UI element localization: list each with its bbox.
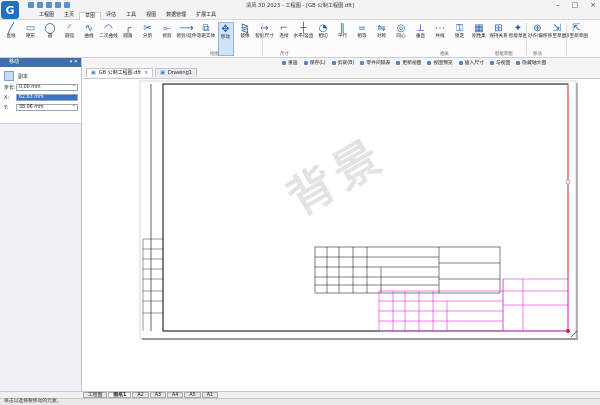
menu-tab-4[interactable]: 工具 <box>121 12 141 20</box>
status-bar: 单击以选择要移动的元素。 <box>0 398 600 405</box>
lock-icon: ⚿ <box>455 22 464 34</box>
toolbar-button-6[interactable]: 插入尺寸 <box>457 59 486 67</box>
drawing-sheet <box>139 80 578 340</box>
smart-sketch-icon: ✦ <box>513 22 523 34</box>
y-input[interactable]: 38.06 mm <box>16 103 78 111</box>
x-label: X: <box>4 94 10 101</box>
menu-tab-2[interactable]: 草图 <box>79 12 102 20</box>
tab-label: GB 公制工程图.dft <box>98 70 142 76</box>
window-controls: – □ × <box>556 1 596 9</box>
edge-handle <box>565 179 571 185</box>
document-tabs: ▣ GB 公制工程图.dft × ▣ Drawing1 <box>86 68 197 77</box>
move-icon: ✥ <box>221 23 230 35</box>
ribbon-group-label: 智能草图 <box>495 52 513 57</box>
rigid-icon: ▦ <box>474 22 484 34</box>
menu-tab-6[interactable]: 数据管理 <box>161 12 191 20</box>
step-label: 步长: <box>4 85 16 91</box>
panel-header: 移动 ▾ ✕ <box>0 58 81 67</box>
drawing-doc-icon: ▣ <box>160 70 165 76</box>
menu-tab-1[interactable]: 主页 <box>59 12 79 20</box>
step-row: 步长: 0.00 mm <box>4 83 78 91</box>
tangent-icon: ◔ <box>318 22 328 34</box>
fillet-icon: ╭ <box>124 22 132 34</box>
tab-drawing1[interactable]: ▣ Drawing1 <box>155 68 197 77</box>
sheet-tab-bar: 工程图 图纸1 A2 A3 A4 A5 A1 <box>0 391 600 398</box>
ribbon-separator <box>262 23 263 55</box>
ribbon-group-label: 绘图 <box>210 52 219 57</box>
x-input[interactable]: 62.63 mm <box>16 93 78 101</box>
x-row: X: 62.63 mm <box>4 93 78 101</box>
curve-icon: ∿ <box>84 22 94 34</box>
toolbar-button-0[interactable]: 重画 <box>280 59 300 67</box>
collinear-icon: ⋯ <box>435 22 445 34</box>
offset-icon: ⧉ <box>202 22 210 34</box>
toolbar-button-7[interactable]: 与视图 <box>488 59 512 67</box>
split-icon: ✂ <box>143 22 152 34</box>
toolbar-button-1[interactable]: 保存(L) <box>302 59 328 67</box>
perpendicular-icon: ⊥ <box>416 22 425 34</box>
circle-icon: ◯ <box>44 22 56 34</box>
panel-title: 移动 <box>9 59 20 65</box>
to-new-sketch-icon: ⇱ <box>572 22 581 34</box>
y-row: Y: 38.06 mm <box>4 103 78 111</box>
close-tab-icon[interactable]: × <box>144 69 148 77</box>
property-panel: 移动 ▾ ✕ 副本 步长: 0.00 mm X: 62.63 mm Y: 38.… <box>0 58 82 405</box>
toolbar-button-8[interactable]: 隐藏轴大图 <box>514 59 548 67</box>
window-title: 清风 3D 2023 - 工程图 - [GB 公制工程图.dft] <box>246 3 354 9</box>
menu-tab-0[interactable]: 工程图 <box>34 12 59 20</box>
ribbon-separator <box>566 23 567 55</box>
panel-body: 副本 步长: 0.00 mm X: 62.63 mm Y: 38.06 mm <box>0 67 81 124</box>
close-icon[interactable]: × <box>590 1 596 9</box>
arc-icon: ◜ <box>67 22 72 34</box>
copy-label: 副本 <box>18 74 29 80</box>
drawing-canvas[interactable]: 背景 <box>83 78 600 391</box>
ribbon-group-label: 尺寸 <box>280 52 289 57</box>
title-bar: 清风 3D 2023 - 工程图 - [GB 公制工程图.dft] – □ × <box>0 0 600 11</box>
toolbar-button-5[interactable]: 视图预览 <box>425 59 454 67</box>
horizontal-icon: ┼ <box>300 22 307 34</box>
maximize-icon[interactable]: □ <box>572 1 579 9</box>
parallel-icon: ∥ <box>340 22 345 34</box>
align-icon: ⊕ <box>533 22 542 34</box>
keep-icon: ⊞ <box>494 22 503 34</box>
concentric-icon: ◎ <box>396 22 406 34</box>
menu-tab-3[interactable]: 评估 <box>101 12 121 20</box>
step-input[interactable]: 0.00 mm <box>16 83 78 91</box>
minimize-icon[interactable]: – <box>556 1 560 9</box>
menu-bar: 工程图 主页 草图 评估 工具 视图 数据管理 扩展工具 <box>0 11 600 20</box>
ribbon-separator <box>526 23 527 55</box>
toolbar-button-4[interactable]: 更新视图 <box>394 59 423 67</box>
extend-icon: ⟶ <box>179 22 194 34</box>
secondary-toolbar: 重画 保存(L) 剪裁(B) 零件间隔表 更新视图 视图预览 插入尺寸 与视图 隐藏轴大图 <box>280 59 548 67</box>
trim-icon: ⟜ <box>163 22 171 34</box>
line-icon: ╱ <box>7 22 15 34</box>
symmetric-icon: ⇋ <box>377 22 386 34</box>
dimension-icon: ↔ <box>260 22 269 34</box>
app-logo[interactable]: G <box>1 1 19 19</box>
toolbar-button-3[interactable]: 零件间隔表 <box>358 59 392 67</box>
tab-gb-drawing[interactable]: ▣ GB 公制工程图.dft × <box>86 68 154 77</box>
ribbon-button-to-new-sketch[interactable]: ⇱ 移至新草图 <box>565 22 588 56</box>
copy-icon[interactable] <box>4 71 14 81</box>
panel-pin-icon[interactable]: ▾ ✕ <box>70 58 78 67</box>
menu-tab-5[interactable]: 视图 <box>141 12 161 20</box>
to-sketch-icon: ⇲ <box>552 22 562 34</box>
rectangle-icon: ▭ <box>25 22 36 34</box>
mirror-icon: ⧎ <box>240 22 250 34</box>
drawing-doc-icon: ▣ <box>91 70 96 76</box>
y-label: Y: <box>4 104 9 111</box>
equal-icon: = <box>357 22 367 34</box>
ribbon-group-label: 移动 <box>533 52 542 57</box>
connect-icon: ⌐ <box>279 22 289 34</box>
toolbar-button-2[interactable]: 剪裁(B) <box>330 59 357 67</box>
tab-label: Drawing1 <box>167 70 192 76</box>
menu-tab-7[interactable]: 扩展工具 <box>191 12 221 20</box>
menu-tabs: 工程图 主页 草图 评估 工具 视图 数据管理 扩展工具 <box>34 12 221 20</box>
sheet-paper <box>139 80 577 340</box>
conic-icon: ◠ <box>104 22 113 34</box>
ribbon-group-label: 相关 <box>440 52 449 57</box>
ribbon: ╱ 直线 ▭ 矩形 ◯ 圆 ◜ 圆弧 ∿ 曲线 ◠ 二次曲线 ╭ 圆角 ✂ 分割 ⟜ 修剪 ⟶ 修剪/延伸 ⧉ 等距实体 ✥… <box>0 20 600 58</box>
